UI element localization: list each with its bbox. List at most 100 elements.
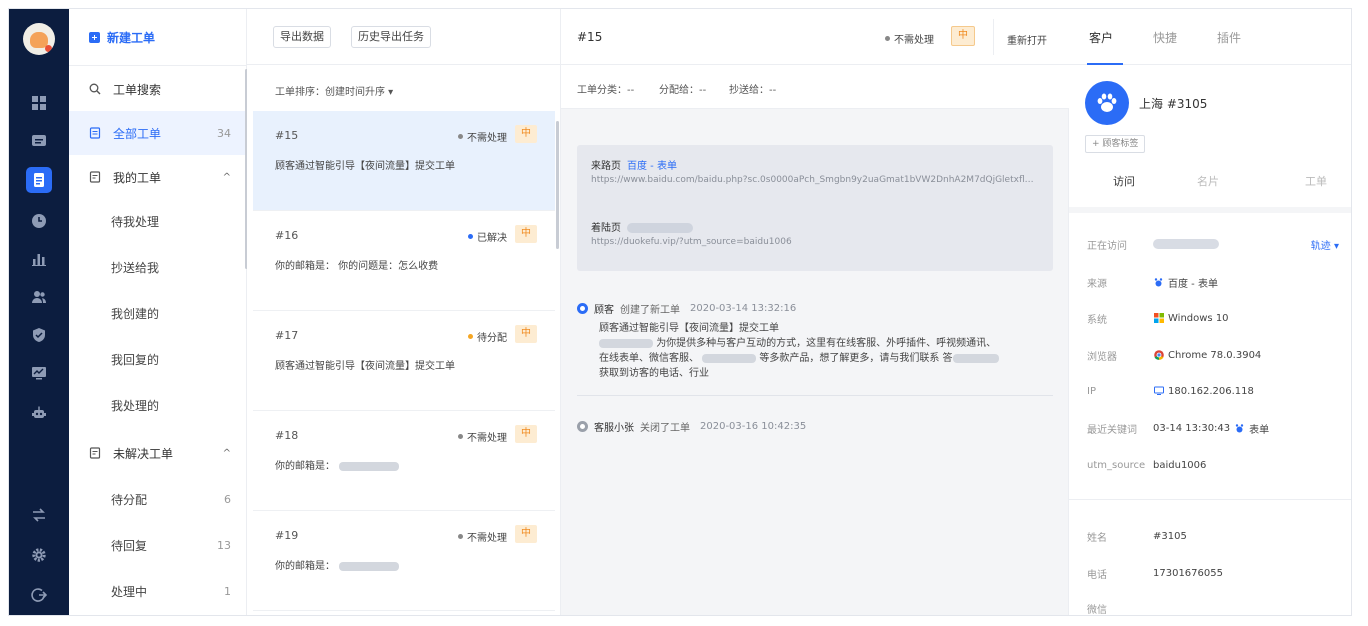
info-row: 微信: [1087, 604, 1107, 616]
subtab-card[interactable]: 名片: [1197, 173, 1219, 189]
redacted-text: [952, 353, 999, 363]
redacted-text: [1153, 239, 1219, 249]
search-icon: [89, 83, 105, 95]
nav-unresolved[interactable]: 未解决工单 ^: [69, 431, 247, 475]
dashboard-icon[interactable]: [27, 91, 51, 115]
export-button[interactable]: 导出数据: [273, 26, 331, 48]
ticket-nav: 新建工单 工单搜索 全部工单 34 我的工单 ^ 待我处理 抄送给我 我创建的 …: [69, 9, 248, 615]
baidu-icon: [1234, 423, 1245, 434]
switch-icon[interactable]: [27, 503, 51, 527]
chevron-up-icon[interactable]: ^: [223, 172, 231, 183]
priority-badge: 中: [515, 525, 537, 543]
users-icon[interactable]: [27, 285, 51, 309]
app-window: 新建工单 工单搜索 全部工单 34 我的工单 ^ 待我处理 抄送给我 我创建的 …: [8, 8, 1352, 616]
clock-icon[interactable]: [27, 209, 51, 233]
ticket-card[interactable]: #18 不需处理 中 你的邮箱是：: [253, 411, 555, 511]
track-dropdown[interactable]: 轨迹 ▾: [1311, 237, 1339, 252]
nav-my-tickets[interactable]: 我的工单 ^: [69, 155, 247, 199]
nav-sub-item[interactable]: 我处理的: [69, 383, 247, 427]
source-info: 来路页 百度 - 表单 https://www.baidu.com/baidu.p…: [577, 145, 1053, 271]
plus-icon: [89, 31, 100, 43]
info-row: utm_source baidu1006: [1087, 459, 1207, 471]
list-icon: [89, 127, 105, 139]
info-row: 姓名 #3105: [1087, 530, 1187, 544]
subtab-tickets[interactable]: 工单: [1305, 173, 1327, 189]
windows-icon: [1153, 313, 1164, 324]
chevron-up-icon[interactable]: ^: [223, 448, 231, 459]
priority-badge: 中: [515, 325, 537, 343]
chat-icon[interactable]: [27, 129, 51, 153]
info-row: 最近关键词 03-14 13:30:43 表单: [1087, 422, 1270, 436]
source-link[interactable]: 百度 - 表单: [627, 161, 677, 172]
redacted-text: [627, 223, 693, 233]
customer-name: 上海 #3105: [1139, 97, 1208, 111]
ticket-detail: #15 不需处理 中 重新打开 工单分类：-- 分配给：-- 抄送给：-- 来路…: [561, 9, 1069, 615]
assignee-field[interactable]: 分配给：--: [659, 81, 706, 96]
add-tag-button[interactable]: + 顾客标签: [1085, 135, 1146, 153]
event-closed: 客服小张 关闭了工单 2020-03-16 10:42:35: [577, 419, 806, 434]
robot-icon[interactable]: [27, 401, 51, 425]
nav-sub-item[interactable]: 待我处理: [69, 199, 247, 243]
nav-search[interactable]: 工单搜索: [69, 67, 247, 111]
new-ticket-button[interactable]: 新建工单: [89, 27, 155, 47]
priority-badge: 中: [515, 425, 537, 443]
tab-plugins[interactable]: 插件: [1217, 29, 1241, 46]
ticket-card[interactable]: #16 已解决 中 你的邮箱是： 你的问题是：怎么收费: [253, 211, 555, 311]
list-scrollbar[interactable]: [556, 121, 559, 249]
nav-all-tickets[interactable]: 全部工单 34: [69, 111, 247, 155]
redacted-text: [702, 353, 757, 363]
ticket-id: #15: [577, 30, 603, 44]
nav-sub-item[interactable]: 我回复的: [69, 337, 247, 381]
monitor-icon[interactable]: [27, 361, 51, 385]
monitor-icon: [1153, 386, 1164, 397]
landing-url[interactable]: https://duokefu.vip/?utm_source=baidu100…: [591, 237, 1039, 247]
redacted-text: [339, 461, 399, 471]
source-url[interactable]: https://www.baidu.com/baidu.php?sc.0s000…: [591, 175, 1039, 185]
gear-icon[interactable]: [27, 543, 51, 567]
ticket-icon[interactable]: [26, 167, 52, 193]
cc-field[interactable]: 抄送给：--: [729, 81, 776, 96]
shield-icon[interactable]: [27, 323, 51, 347]
info-row: 来源 百度 - 表单: [1087, 277, 1218, 290]
reopen-button[interactable]: 重新打开: [1007, 32, 1047, 47]
sort-dropdown[interactable]: 工单排序：创建时间升序 ▾: [275, 83, 393, 98]
ticket-card[interactable]: #15 不需处理 中 顾客通过智能引导【夜间流量】提交工单: [253, 111, 555, 211]
ticket-card[interactable]: #19 不需处理 中 你的邮箱是：: [253, 511, 555, 611]
folder-icon: [89, 447, 105, 459]
info-row: 浏览器 Chrome 78.0.3904: [1087, 349, 1262, 363]
folder-icon: [89, 171, 105, 183]
category-field[interactable]: 工单分类：--: [577, 81, 634, 96]
nav-sub-item[interactable]: 待分配 6: [69, 477, 247, 521]
logout-icon[interactable]: [27, 583, 51, 607]
nav-sub-item[interactable]: 处理中 1: [69, 569, 247, 613]
redacted-text: [599, 338, 653, 348]
nav-sub-item[interactable]: 待回复 13: [69, 523, 247, 567]
ticket-card[interactable]: #17 待分配 中 顾客通过智能引导【夜间流量】提交工单: [253, 311, 555, 411]
tab-customer[interactable]: 客户: [1089, 29, 1113, 46]
subtab-visits[interactable]: 访问: [1113, 173, 1135, 189]
export-history-button[interactable]: 历史导出任务: [351, 26, 431, 48]
nav-sub-item[interactable]: 我创建的: [69, 291, 247, 335]
customer-panel: 客户 快捷 插件 上海 #3105 + 顾客标签 访问 名片 工单 正在访问 轨迹…: [1069, 9, 1351, 616]
event-dot-icon: [577, 421, 588, 432]
ticket-list: 导出数据 历史导出任务 工单排序：创建时间升序 ▾ #15 不需处理 中 顾客通…: [247, 9, 561, 615]
tab-shortcuts[interactable]: 快捷: [1153, 29, 1177, 46]
event-dot-icon: [577, 303, 588, 314]
baidu-icon: [1153, 277, 1164, 288]
info-row: 系统 Windows 10: [1087, 312, 1229, 326]
chrome-icon: [1153, 350, 1164, 361]
event-created: 顾客 创建了新工单 2020-03-14 13:32:16: [577, 301, 796, 316]
info-row: 正在访问 轨迹 ▾: [1087, 235, 1343, 253]
nav-sub-item[interactable]: 抄送给我: [69, 245, 247, 289]
customer-avatar: [1085, 81, 1129, 125]
status-dropdown[interactable]: 不需处理: [885, 31, 934, 46]
priority-badge: 中: [515, 225, 537, 243]
priority-badge[interactable]: 中: [951, 26, 975, 46]
info-row: 电话 17301676055: [1087, 567, 1223, 581]
priority-badge: 中: [515, 125, 537, 143]
chart-icon[interactable]: [27, 247, 51, 271]
ticket-message: 顾客通过智能引导【夜间流量】提交工单 为你提供多种与客户互动的方式，这里有在线客…: [599, 321, 1049, 381]
agent-avatar[interactable]: [23, 23, 55, 55]
paw-icon: [1097, 93, 1117, 112]
redacted-text: [339, 561, 399, 571]
